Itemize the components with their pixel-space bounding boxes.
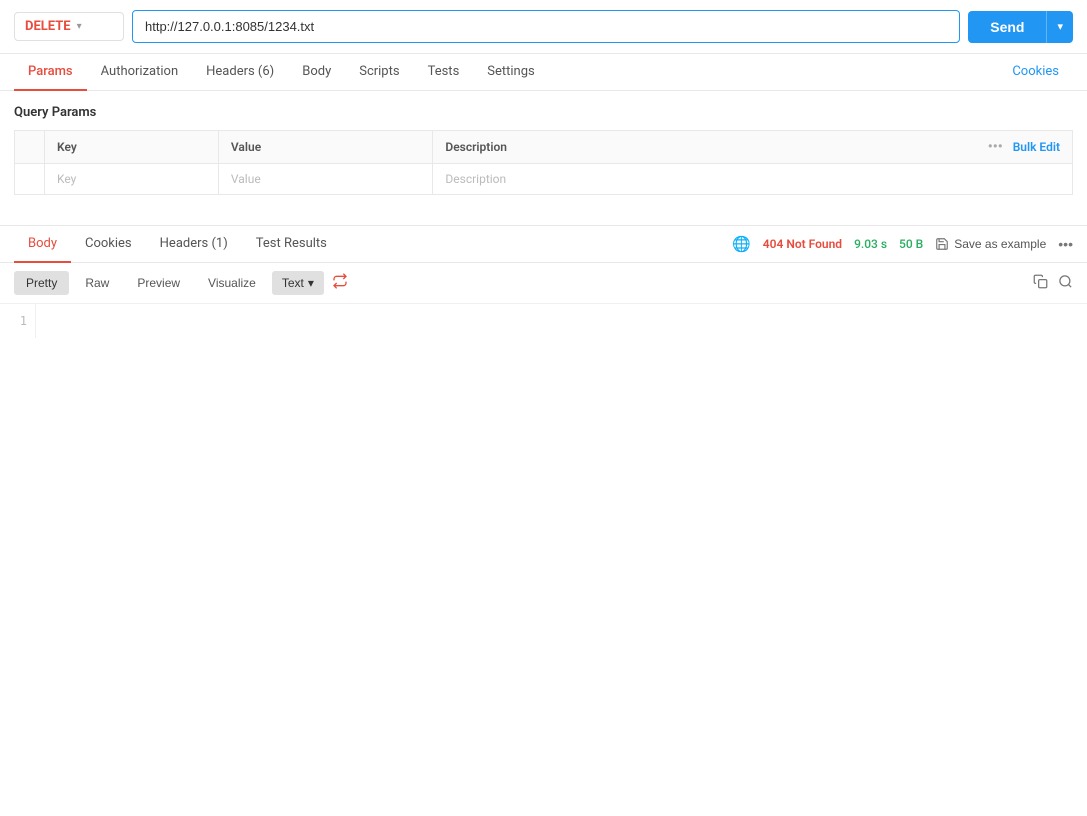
query-params-title: Query Params [14, 105, 1073, 120]
url-input[interactable] [132, 10, 960, 43]
method-chevron-icon: ▾ [77, 21, 82, 32]
cookies-link[interactable]: Cookies [998, 54, 1073, 91]
key-header: Key [45, 131, 219, 164]
params-table: Key Value Description ••• Bulk Edit Key [14, 130, 1073, 195]
send-dropdown-button[interactable]: ▾ [1046, 11, 1073, 43]
value-header: Value [218, 131, 433, 164]
line-numbers: 1 [0, 304, 36, 338]
send-button[interactable]: Send [968, 11, 1046, 43]
wrap-icon [332, 273, 348, 289]
response-tab-body[interactable]: Body [14, 226, 71, 263]
key-cell[interactable]: Key [45, 164, 219, 195]
response-format-bar: Pretty Raw Preview Visualize Text ▾ [0, 263, 1087, 304]
search-button[interactable] [1058, 274, 1073, 293]
tab-scripts[interactable]: Scripts [345, 54, 413, 91]
method-label: DELETE [25, 19, 71, 34]
copy-icon [1033, 274, 1048, 289]
response-section: Body Cookies Headers (1) Test Results 🌐 … [0, 225, 1087, 338]
response-size: 50 B [899, 237, 923, 251]
response-tabs-bar: Body Cookies Headers (1) Test Results 🌐 … [0, 226, 1087, 263]
tab-authorization[interactable]: Authorization [87, 54, 193, 91]
format-tab-raw[interactable]: Raw [73, 271, 121, 295]
query-params-section: Query Params Key Value Description ••• B… [0, 91, 1087, 195]
globe-icon: 🌐 [732, 235, 751, 253]
tab-headers[interactable]: Headers (6) [192, 54, 288, 91]
tab-tests[interactable]: Tests [414, 54, 474, 91]
row-checkbox-cell [15, 164, 45, 195]
text-format-dropdown[interactable]: Text ▾ [272, 271, 324, 295]
tab-body[interactable]: Body [288, 54, 345, 91]
response-time: 9.03 s [854, 237, 887, 251]
table-row: Key Value Description [15, 164, 1073, 195]
line-number: 1 [20, 314, 27, 328]
tab-settings[interactable]: Settings [473, 54, 548, 91]
value-cell[interactable]: Value [218, 164, 433, 195]
save-icon [935, 237, 949, 251]
format-tab-preview[interactable]: Preview [125, 271, 192, 295]
save-example-button[interactable]: Save as example [935, 237, 1046, 251]
request-tabs-bar: Params Authorization Headers (6) Body Sc… [0, 54, 1087, 91]
status-badge: 404 Not Found [763, 237, 842, 251]
description-header: Description ••• Bulk Edit [433, 131, 1073, 164]
response-meta: 🌐 404 Not Found 9.03 s 50 B Save as exam… [732, 235, 1073, 253]
search-icon [1058, 274, 1073, 289]
top-bar: DELETE ▾ Send ▾ [0, 0, 1087, 54]
send-btn-wrapper: Send ▾ [968, 11, 1073, 43]
copy-button[interactable] [1033, 274, 1048, 293]
code-area: 1 [0, 304, 1087, 338]
format-tab-pretty[interactable]: Pretty [14, 271, 69, 295]
response-body: 1 [0, 304, 1087, 338]
method-selector[interactable]: DELETE ▾ [14, 12, 124, 41]
description-label: Description [445, 140, 507, 154]
response-tab-headers[interactable]: Headers (1) [146, 226, 242, 263]
code-content [36, 304, 1087, 338]
checkbox-header [15, 131, 45, 164]
bulk-edit-label[interactable]: Bulk Edit [1013, 140, 1060, 154]
response-more-options-button[interactable]: ••• [1058, 236, 1073, 252]
wrap-text-button[interactable] [332, 273, 348, 293]
more-options-icon: ••• [988, 139, 1003, 155]
tab-params[interactable]: Params [14, 54, 87, 91]
description-cell[interactable]: Description [433, 164, 1073, 195]
response-tab-cookies[interactable]: Cookies [71, 226, 146, 263]
response-tab-test-results[interactable]: Test Results [242, 226, 341, 263]
format-tab-visualize[interactable]: Visualize [196, 271, 268, 295]
